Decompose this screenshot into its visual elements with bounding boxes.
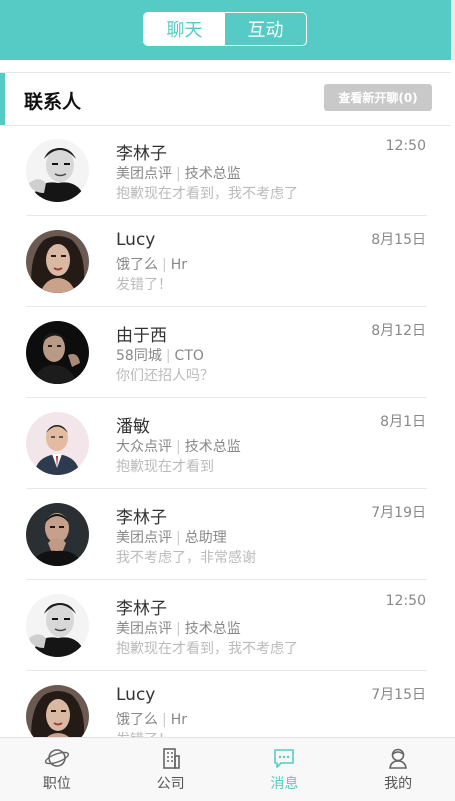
tab-chat[interactable]: 聊天: [144, 13, 225, 45]
tab-label: 我的: [384, 776, 413, 792]
conversation-row[interactable]: 潘敏 大众点评 | 技术总监 抱歉现在才看到 8月1日: [0, 398, 455, 489]
building-icon: [162, 748, 180, 769]
contact-name: Lucy: [116, 230, 156, 250]
last-message: 抱歉现在才看到，我不考虑了: [116, 186, 298, 202]
contact-name: 李林子: [116, 508, 167, 528]
job-title: Hr: [170, 712, 188, 728]
job-title: 技术总监: [184, 621, 241, 637]
contact-company: 饿了么 | Hr: [116, 709, 187, 729]
tab-interaction[interactable]: 互动: [225, 13, 306, 45]
divider: |: [176, 530, 181, 546]
top-header: 聊天 互动: [0, 0, 455, 60]
view-new-chats-button[interactable]: 查看新开聊(0): [324, 84, 432, 111]
conversation-row[interactable]: 李林子 美团点评 | 总助理 我不考虑了，非常感谢 7月19日: [0, 489, 455, 580]
message-time: 12:50: [385, 138, 426, 154]
job-title: CTO: [174, 348, 204, 364]
tab-label: 职位: [42, 776, 71, 792]
contact-name: 李林子: [116, 599, 167, 619]
contact-company: 美团点评 | 总助理: [116, 527, 227, 547]
avatar: [26, 594, 89, 657]
message-time: 12:50: [385, 593, 426, 609]
person-icon: [389, 748, 408, 769]
tab-messages[interactable]: 消息: [228, 738, 342, 801]
job-title: 技术总监: [184, 166, 241, 182]
spacer: [0, 60, 455, 72]
chat-icon: [274, 749, 295, 768]
conversation-row[interactable]: Lucy 饿了么 | Hr 发错了！ 8月15日: [0, 216, 455, 307]
company-name: 美团点评: [116, 166, 172, 182]
conversation-row[interactable]: 李林子 美团点评 | 技术总监 抱歉现在才看到，我不考虑了 12:50: [0, 125, 455, 216]
contact-company: 58同城 | CTO: [116, 345, 204, 365]
avatar: [26, 685, 89, 738]
conversation-list: 李林子 美团点评 | 技术总监 抱歉现在才看到，我不考虑了 12:50 Lucy 饿…: [0, 125, 455, 738]
contact-company: 美团点评 | 技术总监: [116, 618, 241, 638]
contact-name: Lucy: [116, 685, 156, 705]
contact-company: 大众点评 | 技术总监: [116, 436, 241, 456]
conversation-row[interactable]: Lucy 饿了么|Hr 发错了！ 7月15日: [0, 671, 455, 738]
tab-jobs[interactable]: 职位: [0, 738, 114, 801]
tab-label: 公司: [156, 776, 185, 792]
conversation-row[interactable]: 由于西 58同城 | CTO 你们还招人吗？ 8月12日: [0, 307, 455, 398]
company-name: 饿了么: [116, 712, 158, 728]
job-title: 技术总监: [184, 439, 241, 455]
tab-label: 消息: [270, 776, 299, 792]
avatar: [26, 503, 89, 566]
planet-icon: [44, 749, 69, 767]
avatar: [26, 321, 89, 384]
contact-company: 饿了么 | Hr: [116, 254, 187, 274]
contact-name: 由于西: [116, 326, 167, 346]
message-time: 8月12日: [371, 323, 426, 339]
divider: |: [176, 621, 181, 637]
bottom-tab-bar: 职位 公司 消息 我的: [0, 737, 455, 801]
tab-companies[interactable]: 公司: [114, 738, 228, 801]
message-time: 7月19日: [371, 505, 426, 521]
message-time: 8月1日: [380, 414, 426, 430]
company-name: 大众点评: [116, 439, 172, 455]
last-message: 你们还招人吗？: [116, 368, 214, 384]
tab-profile[interactable]: 我的: [341, 738, 455, 801]
divider: |: [162, 257, 167, 273]
contacts-header: 联系人 查看新开聊(0): [0, 72, 451, 126]
divider: |: [162, 712, 167, 728]
last-message: 抱歉现在才看到: [116, 459, 214, 475]
company-name: 58同城: [116, 348, 162, 364]
avatar: [26, 412, 89, 475]
divider: |: [176, 439, 181, 455]
company-name: 美团点评: [116, 530, 172, 546]
contact-company: 美团点评 | 技术总监: [116, 163, 241, 183]
company-name: 饿了么: [116, 257, 158, 273]
last-message: 抱歉现在才看到，我不考虑了: [116, 641, 298, 657]
company-name: 美团点评: [116, 621, 172, 637]
conversation-row[interactable]: 李林子 美团点评 | 技术总监 抱歉现在才看到，我不考虑了 12:50: [0, 580, 455, 671]
contact-name: 潘敏: [116, 417, 150, 437]
divider: |: [165, 348, 171, 364]
avatar: [26, 139, 89, 202]
segmented-control: 聊天 互动: [143, 12, 307, 46]
message-time: 7月15日: [371, 687, 426, 703]
divider: |: [176, 166, 181, 182]
accent-bar: [0, 73, 5, 125]
job-title: 总助理: [184, 530, 227, 546]
last-message: 发错了！: [116, 277, 172, 293]
avatar: [26, 230, 89, 293]
contact-name: 李林子: [116, 144, 167, 164]
last-message: 我不考虑了，非常感谢: [116, 550, 256, 566]
job-title: Hr: [170, 257, 188, 273]
section-title: 联系人: [24, 91, 82, 113]
message-time: 8月15日: [371, 232, 426, 248]
